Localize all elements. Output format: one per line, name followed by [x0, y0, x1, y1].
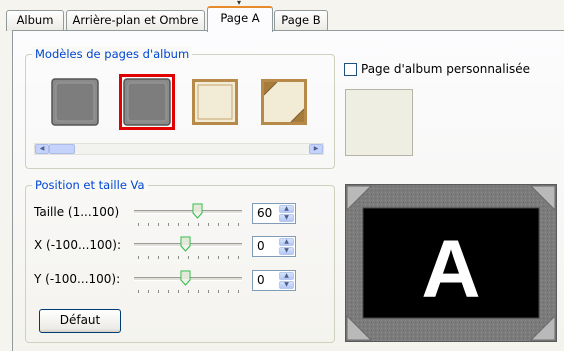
slider-tick [138, 256, 139, 259]
x-spin-up-icon[interactable]: ▲ [279, 238, 294, 246]
tab-bar: Album Arrière-plan et Ombre Page A Page … [0, 0, 564, 32]
size-spin-up-icon[interactable]: ▲ [279, 205, 294, 213]
slider-tick [178, 223, 179, 226]
slider-tick [208, 256, 209, 259]
x-spin[interactable]: 0 ▲ ▼ [252, 236, 296, 257]
size-spin-down-icon[interactable]: ▼ [279, 214, 294, 222]
preview-letter: A [421, 224, 480, 315]
tab-album[interactable]: Album [6, 10, 64, 31]
scroll-thumb[interactable] [49, 144, 75, 154]
slider-tick [198, 223, 199, 226]
slider-tick [188, 256, 189, 259]
slider-tick [158, 290, 159, 293]
slider-tick [238, 290, 239, 293]
template-thumb-frame-corners[interactable] [259, 77, 309, 127]
slider-tick [188, 290, 189, 293]
y-label: Y (-100...100): [34, 272, 121, 286]
templates-scrollbar[interactable]: ◀ ▶ [34, 143, 324, 155]
slider-tick [138, 290, 139, 293]
page-preview: A [345, 184, 557, 342]
default-button[interactable]: Défaut [39, 309, 121, 333]
y-value: 0 [257, 273, 265, 287]
slider-tick [218, 290, 219, 293]
y-slider-ticks [138, 290, 242, 293]
scroll-left-icon[interactable]: ◀ [35, 144, 49, 154]
tab-panel: Modèles de pages d'album ◀ ▶ Page d'albu… [12, 30, 564, 351]
templates-group-title: Modèles de pages d'album [32, 47, 193, 61]
slider-tick [168, 223, 169, 226]
slider-tick [168, 256, 169, 259]
tab-album-label: Album [16, 13, 54, 27]
size-slider-track[interactable] [134, 210, 242, 214]
slider-tick [148, 223, 149, 226]
tab-arriere-plan-et-ombre[interactable]: Arrière-plan et Ombre [66, 10, 205, 31]
slider-tick [228, 256, 229, 259]
template-thumb-frame-beige[interactable] [190, 77, 240, 127]
templates-group: Modèles de pages d'album ◀ ▶ [25, 47, 335, 169]
size-slider-thumb[interactable] [192, 203, 203, 219]
custom-page-label: Page d'album personnalisée [361, 62, 530, 76]
tab-page-a-label: Page A [220, 11, 260, 25]
y-spin-up-icon[interactable]: ▲ [279, 272, 294, 280]
slider-tick [168, 290, 169, 293]
slider-tick [138, 223, 139, 226]
slider-tick [208, 290, 209, 293]
tab-arriere-plan-label: Arrière-plan et Ombre [72, 13, 199, 27]
slider-tick [178, 256, 179, 259]
slider-tick [148, 290, 149, 293]
position-group-title: Position et taille Va [32, 178, 148, 192]
tab-page-a[interactable]: Page A [207, 6, 273, 32]
x-value: 0 [257, 239, 265, 253]
tab-page-b-label: Page B [281, 13, 321, 27]
template-thumb-gray-selected[interactable] [119, 74, 175, 130]
slider-tick [228, 223, 229, 226]
slider-tick [148, 256, 149, 259]
size-spin[interactable]: 60 ▲ ▼ [252, 203, 296, 224]
x-spin-down-icon[interactable]: ▼ [279, 247, 294, 255]
custom-page-preview [345, 89, 413, 156]
slider-tick [188, 223, 189, 226]
slider-tick [238, 256, 239, 259]
slider-tick [218, 223, 219, 226]
size-value: 60 [257, 206, 273, 220]
slider-tick [228, 290, 229, 293]
tab-page-b[interactable]: Page B [274, 10, 328, 31]
y-slider-thumb[interactable] [180, 270, 191, 286]
x-slider-ticks [138, 256, 242, 259]
slider-tick [158, 256, 159, 259]
y-spin-down-icon[interactable]: ▼ [279, 281, 294, 289]
scroll-right-icon[interactable]: ▶ [309, 144, 323, 154]
custom-page-checkbox[interactable] [344, 63, 357, 76]
x-slider-thumb[interactable] [180, 236, 191, 252]
slider-tick [238, 223, 239, 226]
position-size-group: Position et taille Va Taille (1...100) 6… [25, 178, 335, 343]
template-thumb-gray[interactable] [50, 77, 100, 127]
x-label: X (-100...100): [34, 238, 122, 252]
size-label: Taille (1...100) [34, 205, 120, 219]
size-slider-ticks [138, 223, 242, 226]
slider-tick [198, 290, 199, 293]
slider-tick [178, 290, 179, 293]
slider-tick [198, 256, 199, 259]
default-button-label: Défaut [59, 313, 101, 327]
slider-tick [158, 223, 159, 226]
slider-tick [208, 223, 209, 226]
slider-tick [218, 256, 219, 259]
y-spin[interactable]: 0 ▲ ▼ [252, 270, 296, 291]
